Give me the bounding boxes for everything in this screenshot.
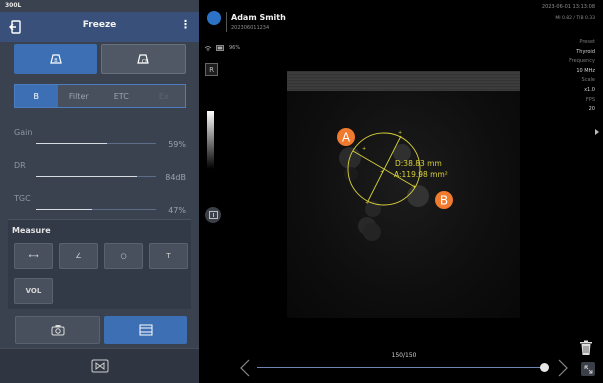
tgc-value: 47% [168,206,186,215]
axis-line[interactable] [367,135,402,202]
cine-counter: 150/150 [391,352,417,359]
dr-slider[interactable] [36,176,156,177]
tab-filter[interactable]: Filter [58,85,101,107]
parameter-tabs: B Filter ETC Ex [14,84,186,108]
mi-ti-readout: MI 0.82 / TIB 0.33 [555,16,595,21]
distance-icon: ⟷ [28,252,39,260]
gain-value: 59% [168,140,186,149]
area-readout: A:119.98 mm² [394,170,448,179]
datetime: 2023-06-01 13:13:08 [541,4,595,10]
fullscreen-icon [584,365,592,373]
bottom-actions [15,316,187,344]
text-icon: T [166,252,171,260]
measurement-overlay: + + + + + D:38.83 mm A:119.98 mm² A B [337,128,453,209]
header-divider [226,12,227,32]
tgc-control: TGC 47% [14,194,186,220]
expand-arrow-icon[interactable] [595,129,599,135]
angle-icon: ∠ [75,252,82,260]
imaging-info: Preset Thyroid Frequency 10 MHz Scale x1… [569,38,595,115]
gain-fill [36,143,107,144]
wifi-icon [204,46,212,51]
cf-mode-icon: CF [136,54,149,65]
volume-label: VOL [25,287,42,295]
tgc-fill [36,209,93,210]
b-mode-button[interactable]: B [14,44,97,74]
svg-text:+: + [365,200,369,206]
measure-title: Measure [12,226,51,235]
patient-id: 202306011234 [231,25,270,31]
orientation-marker: R [205,63,218,76]
battery-icon [216,45,224,51]
camera-icon [51,325,64,336]
image-area: Adam Smith 202306011234 2023-06-01 13:13… [199,0,603,383]
volume-button[interactable]: VOL [14,278,53,304]
cine-slider[interactable] [257,367,547,368]
layout-icon [139,324,152,336]
freeze-toggle-icon[interactable] [91,359,109,373]
b-mode-label: B [54,58,58,64]
gain-control: Gain 59% [14,128,186,154]
angle-button[interactable]: ∠ [59,243,98,269]
svg-text:+: + [380,169,384,175]
dr-label: DR [14,161,26,170]
grayscale-bar [207,111,214,169]
panel-footer [0,348,199,383]
info-key: Preset [579,39,595,45]
trash-icon[interactable] [579,340,593,356]
callout-b-label: B [440,194,448,208]
callout-a-label: A [342,131,351,145]
distance-button[interactable]: ⟷ [14,243,53,269]
ellipse-icon: ○ [120,252,127,260]
ruler-icon[interactable] [205,207,221,223]
svg-text:+: + [412,184,416,190]
cf-mode-label: CF [141,59,147,65]
mode-buttons: B CF [14,44,186,74]
dr-control: DR 84dB [14,161,186,187]
tab-ex[interactable]: Ex [143,85,186,107]
info-key: Scale [581,77,595,84]
gain-slider[interactable] [36,143,156,144]
control-panel: 300L Freeze ⋮ B CF B Filter ETC Ex Gain [0,0,199,383]
info-value: Thyroid [576,48,595,55]
tgc-slider[interactable] [36,209,156,210]
b-mode-icon: B [49,54,62,64]
info-key: Frequency [569,58,595,65]
info-key: FPS [585,96,595,103]
status-bar: 96% [204,45,240,51]
battery-level: 96% [229,45,241,51]
layout-button[interactable] [104,316,187,344]
snapshot-button[interactable] [15,316,100,344]
distance-readout: D:38.83 mm [395,159,442,168]
probe-label: 300L [5,2,22,9]
cine-knob[interactable] [540,363,549,372]
cine-prev-icon[interactable] [239,359,251,377]
cf-mode-button[interactable]: CF [101,44,186,74]
tab-b[interactable]: B [15,85,58,107]
freeze-title: Freeze [82,20,117,30]
tab-etc[interactable]: ETC [100,85,143,107]
ellipse-button[interactable]: ○ [104,243,143,269]
dr-fill [36,176,137,177]
tgc-label: TGC [14,194,31,203]
cine-next-icon[interactable] [557,359,569,377]
panel-header: Freeze ⋮ [0,12,199,42]
logo-icon [207,11,221,25]
svg-text:+: + [398,130,402,136]
info-value: 10 MHz [576,67,595,74]
cine-bar: 150/150 [239,352,569,380]
dr-value: 84dB [165,173,186,182]
text-button[interactable]: T [149,243,188,269]
fullscreen-button[interactable] [581,362,595,376]
ultrasound-image[interactable]: + + + + + D:38.83 mm A:119.98 mm² A B [287,71,520,318]
gain-label: Gain [14,128,33,137]
patient-name: Adam Smith [231,13,286,22]
info-value: x1.0 [584,86,595,93]
kebab-menu-icon[interactable]: ⋮ [180,19,191,31]
svg-text:+: + [362,146,366,152]
info-value: 20 [588,106,595,113]
measure-panel: Measure ⟷ ∠ ○ T VOL [8,219,191,309]
